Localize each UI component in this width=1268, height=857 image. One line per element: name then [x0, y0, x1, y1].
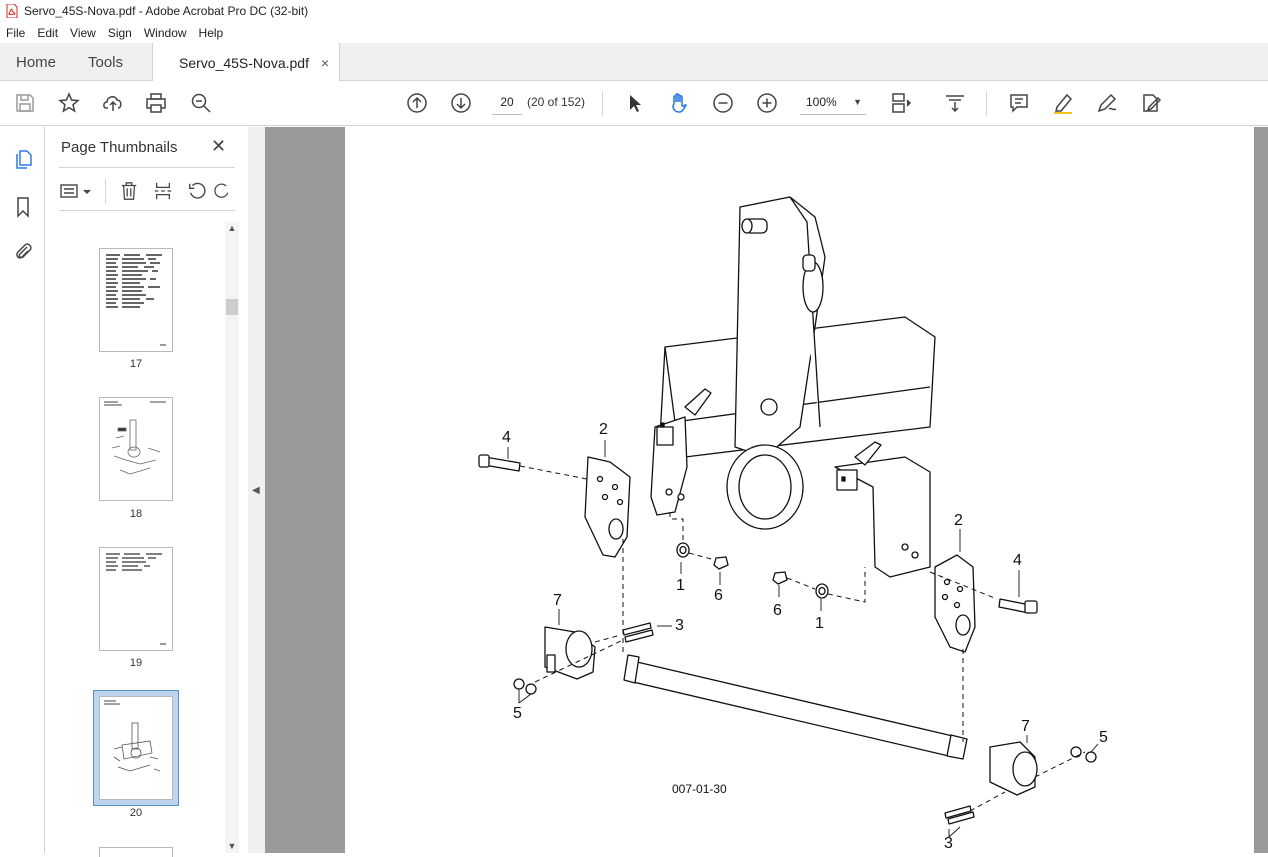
- next-page-icon[interactable]: [448, 90, 474, 116]
- menu-help[interactable]: Help: [193, 26, 230, 40]
- tab-document[interactable]: Servo_45S-Nova.pdf ×: [152, 43, 341, 82]
- exploded-parts-drawing: [478, 196, 1099, 838]
- comment-icon[interactable]: [1006, 90, 1032, 116]
- thumbnail-page-17[interactable]: [99, 248, 173, 352]
- text-page-preview: [106, 553, 166, 645]
- callout-label: 4: [502, 429, 511, 446]
- scroll-up-icon[interactable]: ▲: [226, 223, 238, 233]
- thumbnail-page-21[interactable]: [99, 847, 173, 857]
- callout-label: 3: [675, 617, 684, 634]
- attachment-icon[interactable]: [11, 239, 35, 263]
- callout-label: 6: [714, 587, 723, 604]
- divider: [59, 167, 235, 168]
- star-icon[interactable]: [56, 90, 82, 116]
- pdf-page: 4 2 1 6 6 1 2 4 7 3 5 7 5 3 007-01-30: [345, 127, 1254, 853]
- thumbnail-page-18[interactable]: [99, 397, 173, 501]
- upload-icon[interactable]: [100, 90, 126, 116]
- pages-icon[interactable]: [11, 147, 35, 171]
- hand-icon[interactable]: [666, 90, 692, 116]
- zoom-out-icon[interactable]: [710, 90, 736, 116]
- callout-label: 2: [599, 421, 608, 438]
- select-icon[interactable]: [622, 90, 648, 116]
- document-viewer[interactable]: 4 2 1 6 6 1 2 4 7 3 5 7 5 3 007-01-30: [265, 127, 1268, 853]
- callout-label: 5: [513, 705, 522, 722]
- figure-id: 007-01-30: [672, 782, 727, 796]
- menu-edit[interactable]: Edit: [31, 26, 64, 40]
- rotate-left-icon[interactable]: [185, 179, 209, 203]
- find-icon[interactable]: [188, 90, 214, 116]
- thumbnail-label: 20: [129, 807, 143, 819]
- text-page-preview: [106, 254, 166, 346]
- bookmark-icon[interactable]: [11, 195, 35, 219]
- panel-title: Page Thumbnails: [61, 139, 178, 156]
- page-number-input[interactable]: 20: [492, 90, 522, 115]
- panel-scrollbar[interactable]: ▲ ▼: [225, 221, 239, 853]
- tab-document-label: Servo_45S-Nova.pdf: [179, 54, 309, 71]
- thumbnail-panel: Page Thumbnails ✕ 17 18 19 20 ▲ ▼: [45, 127, 248, 857]
- highlight-icon[interactable]: [1050, 90, 1076, 116]
- divider-2: [59, 210, 235, 211]
- menu-file[interactable]: File: [0, 26, 31, 40]
- extract-pages-icon[interactable]: [151, 179, 175, 203]
- menu-view[interactable]: View: [64, 26, 102, 40]
- prev-page-icon[interactable]: [404, 90, 430, 116]
- thumbnail-label: 19: [129, 657, 143, 669]
- drawing-page-preview: [104, 700, 161, 772]
- menu-window[interactable]: Window: [138, 26, 193, 40]
- delete-icon[interactable]: [117, 179, 141, 203]
- callout-label: 7: [553, 592, 562, 609]
- zoom-in-icon[interactable]: [754, 90, 780, 116]
- panel-divider: [105, 179, 106, 204]
- left-rail: [0, 127, 45, 853]
- page-layout-icon[interactable]: [888, 90, 914, 116]
- panel-collapse-bar[interactable]: ◀: [248, 127, 265, 853]
- save-icon[interactable]: [12, 90, 38, 116]
- fill-sign-icon[interactable]: [1138, 90, 1164, 116]
- zoom-value: 100%: [806, 95, 837, 109]
- toolbar-divider: [602, 91, 603, 116]
- scroll-down-icon[interactable]: ▼: [226, 841, 238, 851]
- thumbnail-options-icon[interactable]: [59, 179, 95, 203]
- callout-label: 1: [676, 577, 685, 594]
- toolbar-divider-2: [986, 91, 987, 116]
- chevron-down-icon: ▼: [853, 97, 862, 107]
- tab-home[interactable]: Home: [16, 43, 56, 81]
- collapse-arrow-icon[interactable]: ◀: [252, 485, 260, 496]
- toolbar: [0, 81, 1268, 126]
- callout-label: 2: [954, 512, 963, 529]
- callout-label: 4: [1013, 552, 1022, 569]
- rotate-right-icon[interactable]: [213, 179, 231, 203]
- callout-label: 3: [944, 835, 953, 852]
- page-count: (20 of 152): [527, 95, 586, 109]
- callout-label: 6: [773, 602, 782, 619]
- zoom-select[interactable]: 100% ▼: [800, 90, 866, 115]
- scroll-mode-icon[interactable]: [942, 90, 968, 116]
- print-icon[interactable]: [143, 90, 169, 116]
- callout-label: 5: [1099, 729, 1108, 746]
- thumbnail-label: 17: [129, 358, 143, 370]
- tab-tools[interactable]: Tools: [88, 43, 123, 81]
- window-title: Servo_45S-Nova.pdf - Adobe Acrobat Pro D…: [24, 4, 309, 18]
- thumbnail-label: 18: [129, 508, 143, 520]
- thumbnail-page-19[interactable]: [99, 547, 173, 651]
- menu-bar: File Edit View Sign Window Help: [0, 22, 1268, 43]
- callout-label: 7: [1021, 718, 1030, 735]
- menu-sign[interactable]: Sign: [102, 26, 138, 40]
- drawing-page-preview: [104, 401, 166, 475]
- panel-toolbar: [59, 177, 235, 205]
- thumbnail-page-20[interactable]: [99, 696, 173, 800]
- close-icon[interactable]: ✕: [211, 136, 226, 157]
- draw-icon[interactable]: [1094, 90, 1120, 116]
- acrobat-app-icon: [6, 4, 18, 18]
- tab-bar: Home Tools Servo_45S-Nova.pdf ×: [0, 43, 1268, 82]
- callout-label: 1: [815, 615, 824, 632]
- tab-close-icon[interactable]: ×: [321, 55, 329, 71]
- scrollbar-thumb[interactable]: [226, 299, 238, 315]
- title-bar: Servo_45S-Nova.pdf - Adobe Acrobat Pro D…: [0, 0, 1268, 22]
